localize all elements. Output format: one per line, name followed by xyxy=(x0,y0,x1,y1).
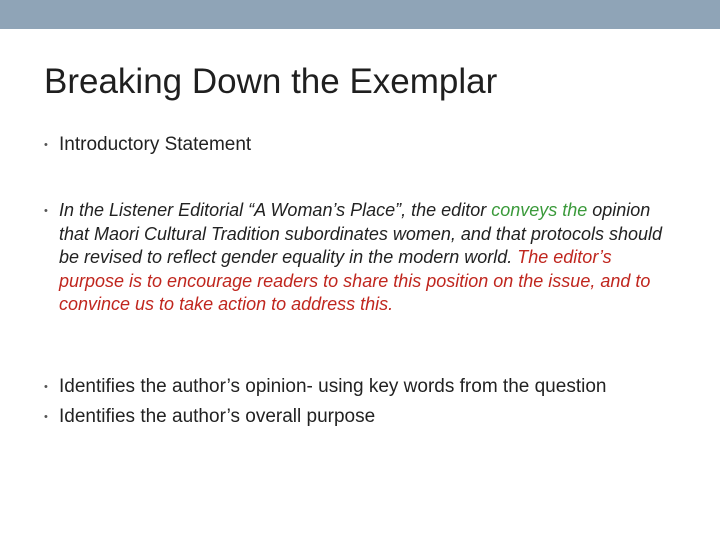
bullet-exemplar-paragraph: • In the Listener Editorial “A Woman’s P… xyxy=(44,199,664,317)
bullet-text: Introductory Statement xyxy=(59,134,252,155)
top-accent-bar xyxy=(0,0,720,29)
exemplar-segment-plain: In the Listener Editorial “A Woman’s Pla… xyxy=(59,200,492,220)
exemplar-paragraph: In the Listener Editorial “A Woman’s Pla… xyxy=(59,199,664,317)
bullet-identifies-purpose: • Identifies the author’s overall purpos… xyxy=(44,405,664,429)
exemplar-segment-green: conveys the xyxy=(491,200,588,220)
bullet-icon: • xyxy=(44,381,48,393)
bullet-icon: • xyxy=(44,411,48,423)
bullet-text: Identifies the author’s opinion- using k… xyxy=(59,376,607,397)
bullet-icon: • xyxy=(44,205,48,217)
bullet-icon: • xyxy=(44,139,48,151)
bullet-introductory-statement: • Introductory Statement xyxy=(44,133,664,157)
bullet-text: Identifies the author’s overall purpose xyxy=(59,406,376,427)
bullet-identifies-opinion: • Identifies the author’s opinion- using… xyxy=(44,375,664,399)
slide-title: Breaking Down the Exemplar xyxy=(44,62,498,101)
